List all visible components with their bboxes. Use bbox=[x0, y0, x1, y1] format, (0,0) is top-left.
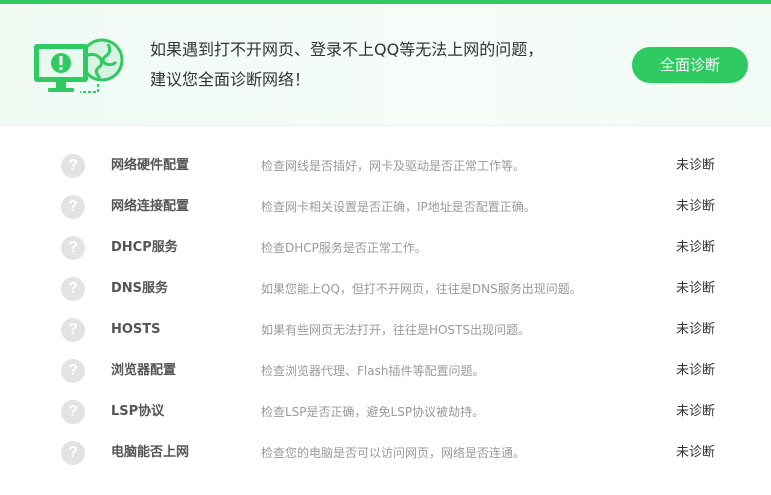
item-description: 检查浏览器代理、Flash插件等配置问题。 bbox=[261, 364, 485, 378]
full-diagnosis-button[interactable]: 全面诊断 bbox=[632, 47, 748, 83]
item-description: 检查LSP是否正确，避免LSP协议被劫持。 bbox=[261, 405, 485, 419]
diagnosis-header: 如果遇到打不开网页、登录不上QQ等无法上网的问题， 建议您全面诊断网络！ 全面诊… bbox=[0, 4, 771, 126]
message-line-1: 如果遇到打不开网页、登录不上QQ等无法上网的问题， bbox=[150, 40, 544, 59]
item-name: 网络连接配置 bbox=[111, 199, 190, 214]
question-icon: ? bbox=[61, 359, 85, 383]
item-status: 未诊断 bbox=[676, 158, 716, 173]
diagnosis-message: 如果遇到打不开网页、登录不上QQ等无法上网的问题， 建议您全面诊断网络！ bbox=[150, 35, 543, 95]
list-item: ? 浏览器配置 检查浏览器代理、Flash插件等配置问题。 未诊断 bbox=[0, 351, 771, 392]
item-name: LSP协议 bbox=[111, 404, 165, 419]
list-item: ? 网络连接配置 检查网卡相关设置是否正确，IP地址是否配置正确。 未诊断 bbox=[0, 187, 771, 228]
question-icon: ? bbox=[61, 195, 85, 219]
item-description: 检查网卡相关设置是否正确，IP地址是否配置正确。 bbox=[261, 200, 536, 214]
monitor-alert-globe-icon bbox=[34, 38, 124, 93]
question-icon: ? bbox=[61, 277, 85, 301]
item-name: DNS服务 bbox=[111, 281, 169, 296]
list-item: ? DNS服务 如果您能上QQ，但打不开网页，往往是DNS服务出现问题。 未诊断 bbox=[0, 269, 771, 310]
question-icon: ? bbox=[61, 236, 85, 260]
item-status: 未诊断 bbox=[676, 281, 716, 296]
list-item: ? HOSTS 如果有些网页无法打开，往往是HOSTS出现问题。 未诊断 bbox=[0, 310, 771, 351]
item-status: 未诊断 bbox=[676, 199, 716, 214]
message-line-2: 建议您全面诊断网络！ bbox=[150, 70, 311, 89]
item-description: 如果您能上QQ，但打不开网页，往往是DNS服务出现问题。 bbox=[261, 282, 582, 296]
list-item: ? LSP协议 检查LSP是否正确，避免LSP协议被劫持。 未诊断 bbox=[0, 392, 771, 433]
item-status: 未诊断 bbox=[676, 240, 716, 255]
item-name: 网络硬件配置 bbox=[111, 158, 190, 173]
list-item: ? DHCP服务 检查DHCP服务是否正常工作。 未诊断 bbox=[0, 228, 771, 269]
item-description: 检查网线是否插好，网卡及驱动是否正常工作等。 bbox=[261, 159, 526, 173]
list-item: ? 电脑能否上网 检查您的电脑是否可以访问网页，网络是否连通。 未诊断 bbox=[0, 433, 771, 474]
list-item: ? 网络硬件配置 检查网线是否插好，网卡及驱动是否正常工作等。 未诊断 bbox=[0, 146, 771, 187]
question-icon: ? bbox=[61, 400, 85, 424]
question-icon: ? bbox=[61, 441, 85, 465]
question-icon: ? bbox=[61, 154, 85, 178]
item-status: 未诊断 bbox=[676, 404, 716, 419]
diagnosis-item-list: ? 网络硬件配置 检查网线是否插好，网卡及驱动是否正常工作等。 未诊断 ? 网络… bbox=[0, 146, 771, 474]
item-name: 浏览器配置 bbox=[111, 363, 177, 378]
item-name: HOSTS bbox=[111, 322, 161, 337]
item-name: 电脑能否上网 bbox=[111, 445, 190, 460]
item-description: 检查DHCP服务是否正常工作。 bbox=[261, 241, 427, 255]
item-status: 未诊断 bbox=[676, 322, 716, 337]
item-name: DHCP服务 bbox=[111, 240, 178, 255]
item-description: 检查您的电脑是否可以访问网页，网络是否连通。 bbox=[261, 446, 526, 460]
item-status: 未诊断 bbox=[676, 363, 716, 378]
item-description: 如果有些网页无法打开，往往是HOSTS出现问题。 bbox=[261, 323, 531, 337]
question-icon: ? bbox=[61, 318, 85, 342]
item-status: 未诊断 bbox=[676, 445, 716, 460]
